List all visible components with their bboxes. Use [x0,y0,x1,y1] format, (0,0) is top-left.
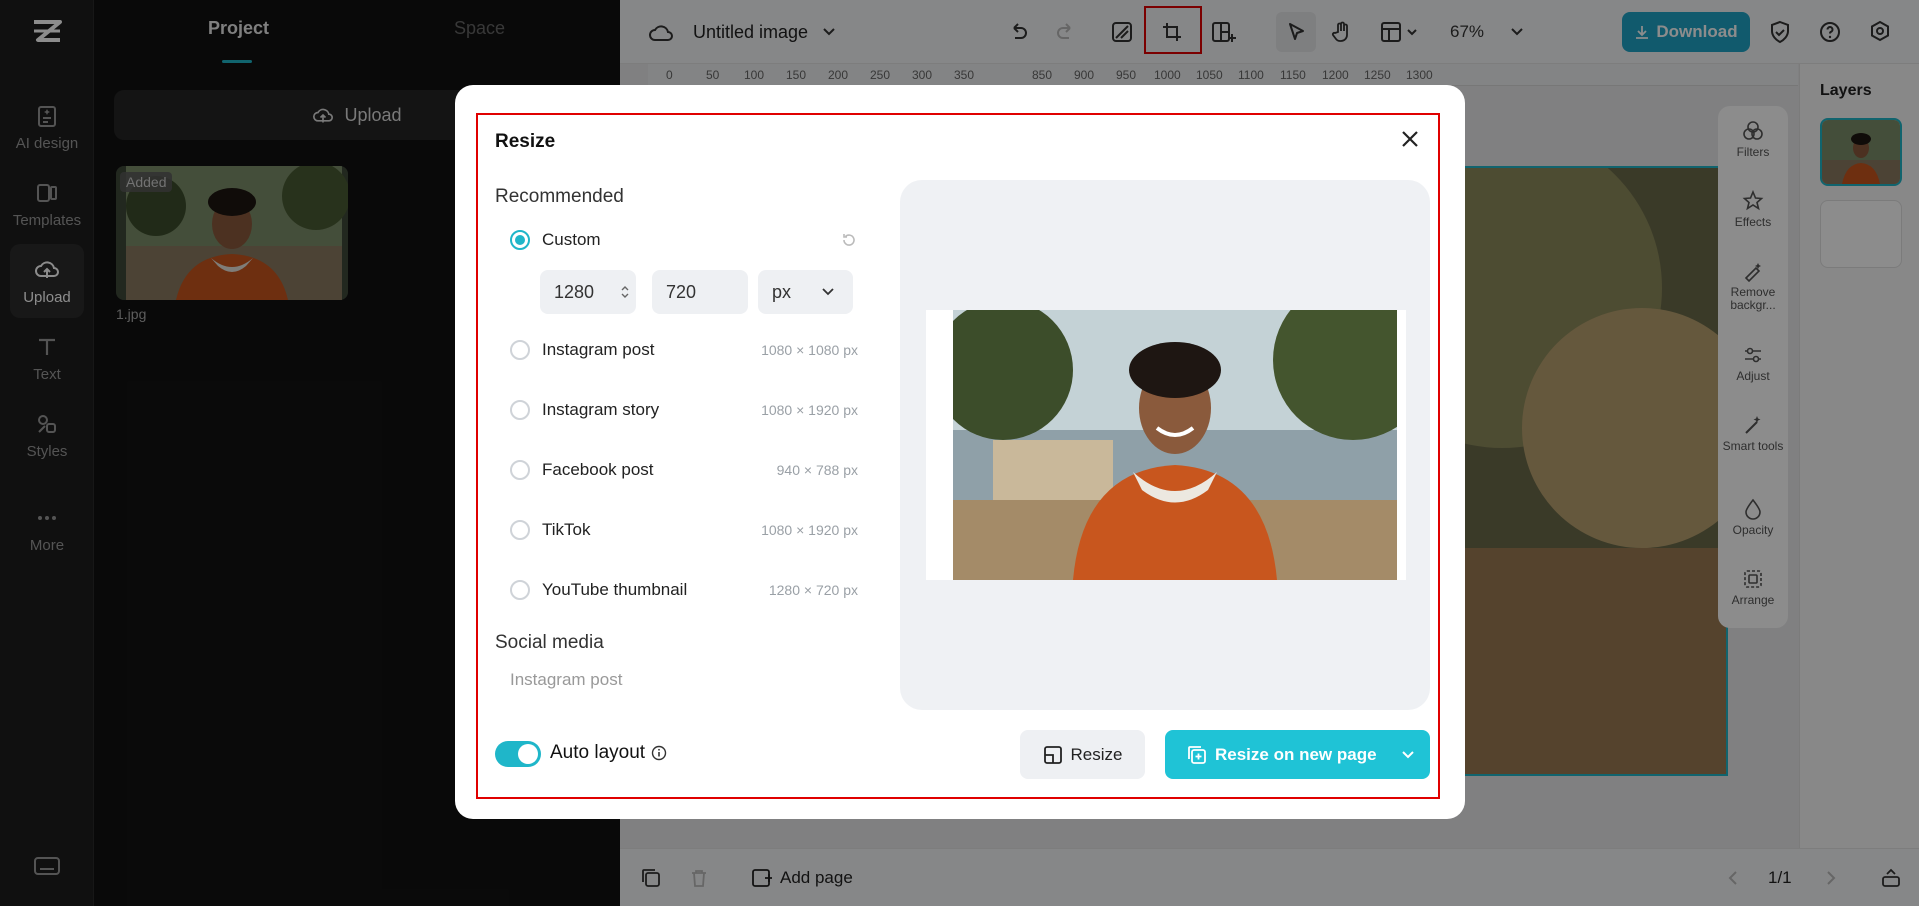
option-label: TikTok [542,520,591,539]
option-instagram-post[interactable]: Instagram post 1080 × 1080 px [510,336,858,364]
auto-layout-toggle[interactable] [495,741,541,767]
radio-tiktok[interactable] [510,520,530,540]
option-label: Instagram story [542,400,660,419]
chevron-down-icon[interactable] [1398,745,1418,765]
resize-button-label: Resize [1070,744,1123,764]
resize-on-new-page-button[interactable]: Resize on new page [1165,730,1430,779]
option-facebook-post[interactable]: Facebook post 940 × 788 px [510,456,858,484]
preview-photo [953,310,1397,580]
option-dims: 1080 × 1920 px [761,522,858,538]
radio-custom[interactable] [510,230,530,250]
resize-button[interactable]: Resize [1020,730,1145,779]
option-dims: 1080 × 1920 px [761,402,858,418]
chevron-down-icon [822,288,834,296]
width-input[interactable]: 1280 [540,270,636,314]
social-item-instagram-post[interactable]: Instagram post [510,670,622,690]
info-icon[interactable] [651,745,667,761]
preview-image [953,310,1397,580]
option-instagram-story[interactable]: Instagram story 1080 × 1920 px [510,396,858,424]
new-page-icon [1188,745,1206,764]
radio-facebook-post[interactable] [510,460,530,480]
dialog-title: Resize [495,131,556,152]
stepper-icon[interactable] [620,284,630,300]
option-dims: 1080 × 1080 px [761,342,858,358]
auto-layout-label: Auto layout [550,742,646,763]
height-input[interactable]: 720 [652,270,748,314]
reset-icon[interactable] [840,231,858,249]
unit-select[interactable]: px [758,270,853,314]
option-youtube-thumbnail[interactable]: YouTube thumbnail 1280 × 720 px [510,576,858,604]
social-media-heading: Social media [495,632,604,653]
resize-icon [1043,745,1062,764]
auto-layout-label-group: Auto layout [550,742,667,764]
resize-new-label: Resize on new page [1215,744,1377,764]
option-label: Custom [542,230,601,249]
option-tiktok[interactable]: TikTok 1080 × 1920 px [510,516,858,544]
option-dims: 1280 × 720 px [768,582,858,598]
radio-instagram-story[interactable] [510,400,530,420]
option-label: Instagram post [542,340,655,359]
radio-youtube-thumbnail[interactable] [510,580,530,600]
option-custom[interactable]: Custom [510,226,858,254]
option-label: Facebook post [542,460,654,479]
radio-instagram-post[interactable] [510,340,530,360]
close-icon[interactable] [1398,127,1422,151]
width-value: 1280 [554,281,595,302]
option-label: YouTube thumbnail [542,580,688,599]
option-dims: 940 × 788 px [776,462,858,478]
recommended-heading: Recommended [495,186,624,207]
unit-value: px [772,281,792,302]
height-value: 720 [666,281,697,302]
